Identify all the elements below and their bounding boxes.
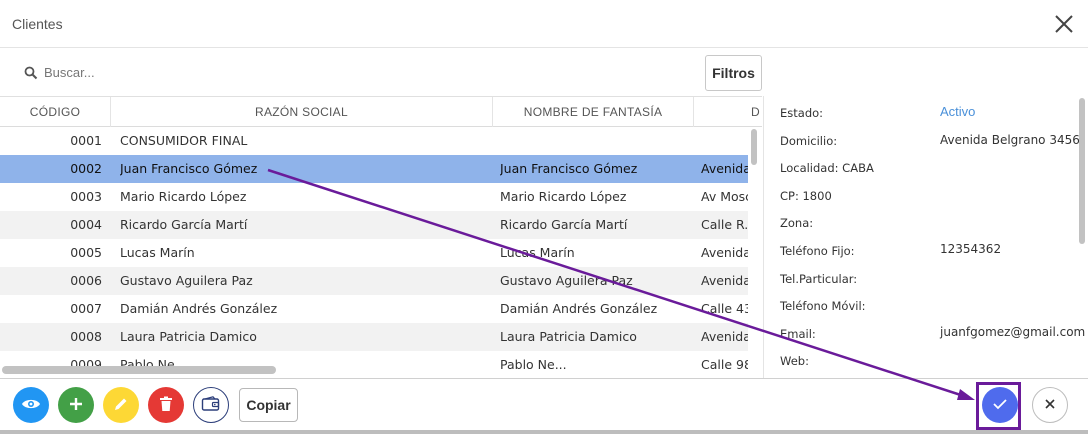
cell-domicilio [701,127,748,155]
cell-domicilio: Calle 436 [701,301,748,316]
table-row[interactable]: 0005 Lucas Marín Lucas Marín Avenida [0,239,748,267]
column-header-codigo[interactable]: CÓDIGO [0,97,111,127]
detail-label-cp: CP: 1800 [780,189,832,203]
detail-label-localidad: Localidad: CABA [780,161,874,175]
details-vertical-scrollbar[interactable] [1078,98,1086,376]
clients-grid: CÓDIGO RAZÓN SOCIAL NOMBRE DE FANTASÍA D… [0,96,762,378]
cell-code: 0005 [70,245,102,260]
copiar-button[interactable]: Copiar [239,388,298,422]
filtros-button[interactable]: Filtros [705,55,762,91]
pencil-icon [113,396,129,415]
detail-value-domicilio: Avenida Belgrano 3456 [940,133,1080,147]
cell-name: Gustavo Aguilera Paz [120,273,253,288]
table-row[interactable]: 0008 Laura Patricia Damico Laura Patrici… [0,323,748,351]
cell-domicilio: Avenida [701,161,748,176]
cell-name: Damián Andrés González [120,301,278,316]
grid-horizontal-scroll-thumb[interactable] [2,366,276,374]
detail-label-telefono-fijo: Teléfono Fijo: [780,244,855,258]
cell-name: Juan Francisco Gómez [120,161,258,176]
detail-label-zona: Zona: [780,216,814,230]
cell-code: 0007 [70,301,102,316]
delete-button[interactable] [148,387,184,423]
cell-fantasy: Gustavo Aguilera Paz [500,273,633,288]
cell-fantasy: Lucas Marín [500,245,575,260]
details-vertical-scroll-thumb[interactable] [1079,98,1085,244]
search-icon [24,65,38,80]
detail-label-tel-particular: Tel.Particular: [780,272,858,286]
column-header-nombre-fantasia[interactable]: NOMBRE DE FANTASÍA [493,97,694,127]
detail-label-web: Web: [780,354,809,368]
cell-code: 0003 [70,189,102,204]
cell-name: CONSUMIDOR FINAL [120,133,248,148]
view-button[interactable] [13,387,49,423]
cell-fantasy: Juan Francisco Gómez [500,161,638,176]
close-window-icon[interactable] [1052,12,1076,36]
eye-icon [21,397,41,414]
cell-fantasy: Laura Patricia Damico [500,329,637,344]
cancel-button[interactable] [1032,387,1068,423]
cell-code: 0006 [70,273,102,288]
cell-fantasy [500,127,690,155]
client-details-panel: Estado: Activo Domicilio: Avenida Belgra… [763,96,1088,378]
grid-horizontal-scrollbar[interactable] [0,363,748,375]
detail-value-telefono-fijo: 12354362 [940,242,1002,256]
cell-fantasy: Mario Ricardo López [500,189,627,204]
plus-icon [69,397,83,414]
add-button[interactable] [58,387,94,423]
grid-header: CÓDIGO RAZÓN SOCIAL NOMBRE DE FANTASÍA D [0,97,762,127]
cell-name: Mario Ricardo López [120,189,247,204]
trash-icon [159,396,173,415]
cell-name: Ricardo García Martí [120,217,248,232]
cell-domicilio: Avenida [701,273,748,288]
grid-vertical-scrollbar[interactable] [748,127,760,363]
cell-domicilio: Avenida [701,245,748,260]
edit-button[interactable] [103,387,139,423]
detail-label-email: Email: [780,327,816,341]
cell-name: Laura Patricia Damico [120,329,257,344]
table-row-selected[interactable]: 0002 Juan Francisco Gómez Juan Francisco… [0,155,748,183]
cell-code: 0004 [70,217,102,232]
cell-fantasy: Damián Andrés González [500,301,658,316]
annotation-highlight-box [976,382,1021,430]
cell-name: Lucas Marín [120,245,195,260]
wallet-button[interactable] [193,387,229,423]
wallet-icon [201,395,221,415]
column-header-razon-social[interactable]: RAZÓN SOCIAL [111,97,493,127]
column-header-domicilio[interactable]: D [694,97,762,127]
cell-code: 0008 [70,329,102,344]
table-row[interactable]: 0004 Ricardo García Martí Ricardo García… [0,211,748,239]
footer-bottom-edge [0,430,1088,434]
cell-code: 0002 [70,161,102,176]
cell-domicilio: Calle R. M [701,217,748,232]
search-bar [14,56,694,88]
table-row[interactable]: 0003 Mario Ricardo López Mario Ricardo L… [0,183,748,211]
close-icon [1044,398,1056,413]
cell-fantasy: Ricardo García Martí [500,217,628,232]
title-bar: Clientes [0,0,1088,48]
cell-domicilio: Av Mosc [701,189,748,204]
detail-value-estado: Activo [940,104,976,119]
cell-code: 0001 [70,133,102,148]
detail-label-estado: Estado: [780,106,824,120]
detail-label-domicilio: Domicilio: [780,134,838,148]
grid-vertical-scroll-thumb[interactable] [751,129,757,165]
detail-label-telefono-movil: Teléfono Móvil: [780,299,866,313]
detail-value-email: juanfgomez@gmail.com [940,325,1086,339]
search-input[interactable] [44,60,644,84]
window-title: Clientes [12,16,63,32]
table-row[interactable]: 0006 Gustavo Aguilera Paz Gustavo Aguile… [0,267,748,295]
table-row[interactable]: 0007 Damián Andrés González Damián André… [0,295,748,323]
cell-domicilio: Avenida [701,329,748,344]
table-row[interactable]: 0001 CONSUMIDOR FINAL [0,127,748,155]
